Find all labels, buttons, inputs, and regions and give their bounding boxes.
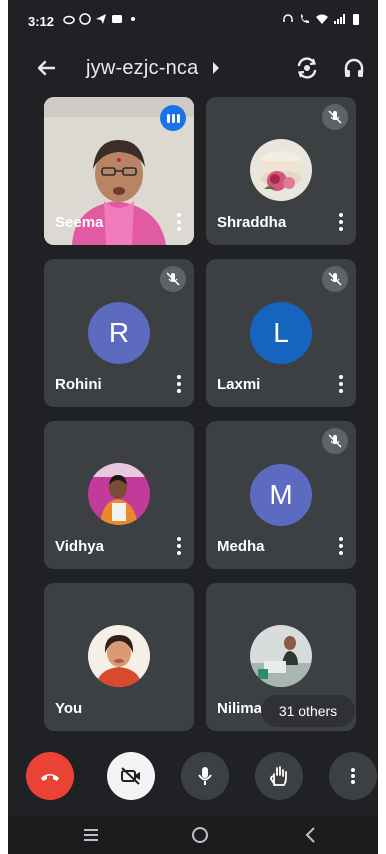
wifi-icon <box>316 14 328 24</box>
status-left-icons <box>63 13 139 25</box>
participant-name: You <box>55 700 83 717</box>
participant-tile[interactable]: R Rohini <box>44 259 194 407</box>
headphones-icon[interactable] <box>340 54 368 82</box>
telegram-icon <box>96 14 106 24</box>
participant-avatar: R <box>88 302 150 364</box>
status-bar: 3:12 <box>8 0 378 40</box>
participant-avatar <box>250 625 312 687</box>
caret-right-icon[interactable] <box>213 62 219 74</box>
participant-tile[interactable]: L Laxmi <box>206 259 356 407</box>
hand-icon <box>270 766 287 786</box>
participant-avatar <box>88 463 150 525</box>
raise-hand-button[interactable] <box>255 752 303 800</box>
mail-icon <box>112 15 122 23</box>
call-status-icon <box>301 14 309 23</box>
participant-avatar <box>88 625 150 687</box>
participant-name: Shraddha <box>217 214 287 231</box>
mic-off-icon <box>322 266 348 292</box>
phone-hangup-icon <box>41 774 59 781</box>
mic-off-icon <box>322 104 348 130</box>
status-time: 3:12 <box>28 14 55 29</box>
more-vert-icon[interactable] <box>339 375 343 393</box>
participant-tile[interactable]: M Medha <box>206 421 356 569</box>
more-vert-icon <box>351 768 355 784</box>
more-vert-icon[interactable] <box>177 537 181 555</box>
recent-apps-icon[interactable] <box>82 827 100 843</box>
participant-avatar: M <box>250 464 312 526</box>
arrow-left-icon[interactable] <box>32 54 60 82</box>
participant-name: Rohini <box>55 376 102 393</box>
participant-name: Laxmi <box>217 376 261 393</box>
mic-off-icon <box>160 266 186 292</box>
status-right-icons <box>282 13 362 25</box>
top-app-bar: jyw-ezjc-nca <box>8 48 378 88</box>
participant-avatar: L <box>250 302 312 364</box>
participant-avatar <box>250 139 312 201</box>
dot-icon <box>131 17 135 21</box>
switch-camera-icon[interactable] <box>293 54 321 82</box>
more-vert-icon[interactable] <box>177 213 181 231</box>
home-icon[interactable] <box>191 826 209 844</box>
more-vert-icon[interactable] <box>177 375 181 393</box>
speaking-indicator-icon <box>160 105 186 131</box>
more-vert-icon[interactable] <box>339 213 343 231</box>
microphone-icon <box>198 767 212 785</box>
participant-tile[interactable]: Seema <box>44 97 194 245</box>
meet-screen: 3:12 jyw-ezjc-nca Seema Shraddha R Rohin… <box>8 0 378 854</box>
mic-off-icon <box>322 428 348 454</box>
headset-status-icon <box>283 14 293 22</box>
participant-name: Vidhya <box>55 538 104 555</box>
participant-name: Medha <box>217 538 265 555</box>
participant-name: Seema <box>55 214 104 231</box>
meeting-code[interactable]: jyw-ezjc-nca <box>86 57 198 80</box>
battery-icon <box>353 14 359 25</box>
participant-tile[interactable]: Vidhya <box>44 421 194 569</box>
participant-name: Nilima <box>217 700 263 717</box>
participant-tile[interactable]: You <box>44 583 194 731</box>
mic-toggle-button[interactable] <box>181 752 229 800</box>
camera-off-icon <box>121 767 140 785</box>
system-nav-bar <box>8 815 378 854</box>
cloud-icon <box>63 15 75 25</box>
whatsapp-icon <box>79 13 91 25</box>
participant-tile[interactable]: Shraddha <box>206 97 356 245</box>
more-options-button[interactable] <box>329 752 377 800</box>
end-call-button[interactable] <box>26 752 74 800</box>
camera-toggle-button[interactable] <box>107 752 155 800</box>
others-count-badge[interactable]: 31 others <box>261 695 355 727</box>
more-vert-icon[interactable] <box>339 537 343 555</box>
back-nav-icon[interactable] <box>303 826 317 844</box>
signal-icon <box>334 14 345 24</box>
